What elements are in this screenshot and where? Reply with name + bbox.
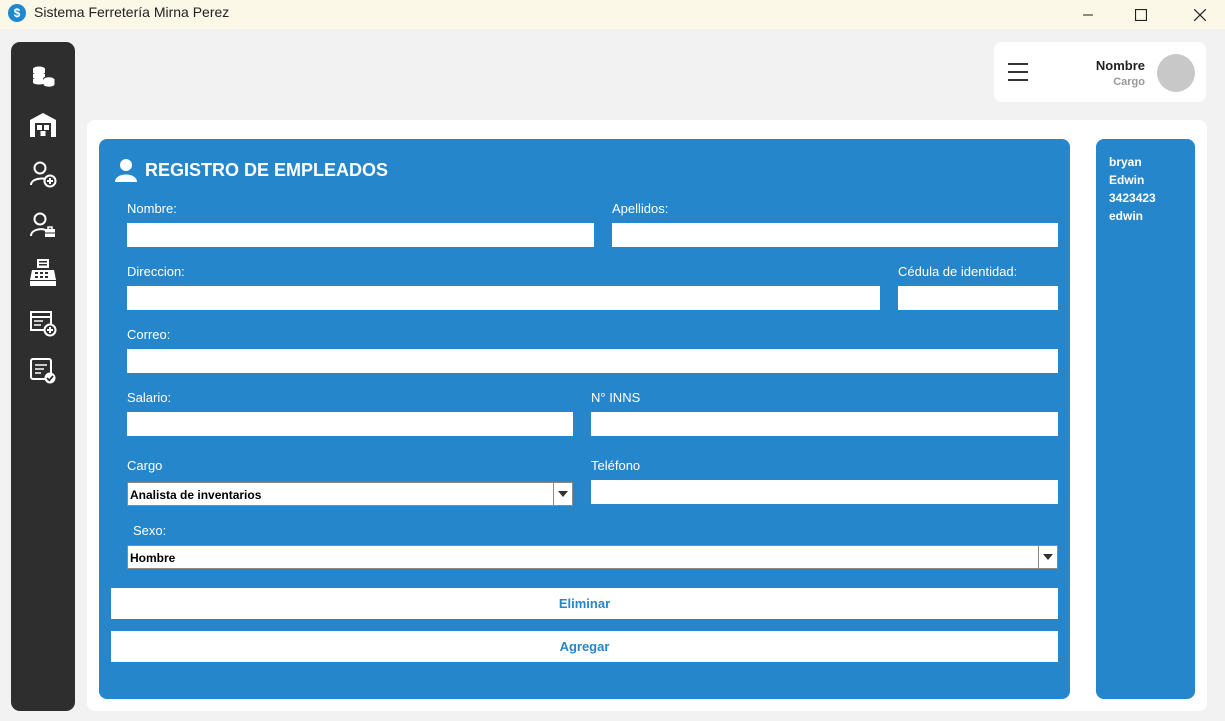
sidebar-item-reportes[interactable] [27,356,59,386]
direccion-label: Direccion: [127,264,185,279]
window-title: Sistema Ferretería Mirna Perez [34,4,230,20]
eliminar-button[interactable]: Eliminar [111,588,1058,619]
list-item[interactable]: Edwin [1109,171,1156,189]
user-role: Cargo [1113,76,1145,88]
sidebar-item-finanzas[interactable] [27,62,59,92]
telefono-input[interactable] [591,480,1058,504]
minimize-icon [1083,14,1093,15]
nombre-label: Nombre: [127,201,177,216]
list-item[interactable]: 3423423 [1109,189,1156,207]
nombre-input[interactable] [127,223,594,247]
user-header: Nombre Cargo [994,42,1206,102]
invoice-add-icon [30,311,57,337]
sexo-label: Sexo: [133,523,167,538]
sidebar-item-inventario[interactable] [27,110,59,140]
chevron-down-icon[interactable] [1038,546,1057,568]
employee-list-panel: bryan Edwin 3423423 edwin [1096,139,1195,699]
apellidos-label: Apellidos: [612,201,669,216]
cargo-selected-value: Analista de inventarios [130,488,262,502]
coins-icon [33,66,55,87]
sidebar-item-nueva-factura[interactable] [27,308,59,338]
employee-list: bryan Edwin 3423423 edwin [1109,153,1156,225]
user-briefcase-icon [30,212,55,237]
maximize-button[interactable] [1118,0,1164,29]
inns-input[interactable] [591,412,1058,436]
chevron-down-icon[interactable] [553,483,572,505]
form-title: REGISTRO DE EMPLEADOS [145,160,389,180]
correo-label: Correo: [127,327,171,342]
direccion-input[interactable] [127,286,880,310]
close-icon [1194,8,1206,21]
apellidos-input[interactable] [612,223,1058,247]
user-name: Nombre [1095,58,1145,73]
title-bar: $ Sistema Ferretería Mirna Perez [0,0,1225,29]
cash-register-icon [30,259,56,286]
sidebar-item-caja[interactable] [27,258,59,288]
avatar[interactable] [1157,54,1195,92]
sidebar-item-empleados[interactable] [27,210,59,240]
menu-icon[interactable] [1008,63,1028,87]
cargo-select[interactable]: Analista de inventarios [127,482,573,506]
user-icon [115,159,137,182]
cedula-input[interactable] [898,286,1058,310]
warehouse-icon [30,113,56,137]
sexo-select[interactable]: Hombre [127,545,1058,569]
app-logo-icon: $ [8,4,26,22]
minimize-button[interactable] [1065,0,1111,29]
sexo-selected-value: Hombre [130,551,176,565]
sidebar-item-agregar-cliente[interactable] [27,159,59,189]
report-check-icon [30,358,56,384]
agregar-button[interactable]: Agregar [111,631,1058,662]
list-item[interactable]: edwin [1109,207,1156,225]
sidebar [11,42,75,711]
salario-input[interactable] [127,412,573,436]
correo-input[interactable] [127,349,1058,373]
list-item[interactable]: bryan [1109,153,1156,171]
salario-label: Salario: [127,390,172,405]
close-button[interactable] [1177,0,1223,29]
maximize-icon [1135,8,1147,21]
telefono-label: Teléfono [591,458,641,473]
cargo-label: Cargo [127,458,163,473]
inns-label: N° INNS [591,390,641,405]
user-add-icon [30,161,57,188]
employee-form-panel: REGISTRO DE EMPLEADOS Nombre: Apellidos:… [99,139,1070,699]
cedula-label: Cédula de identidad: [898,264,1018,279]
